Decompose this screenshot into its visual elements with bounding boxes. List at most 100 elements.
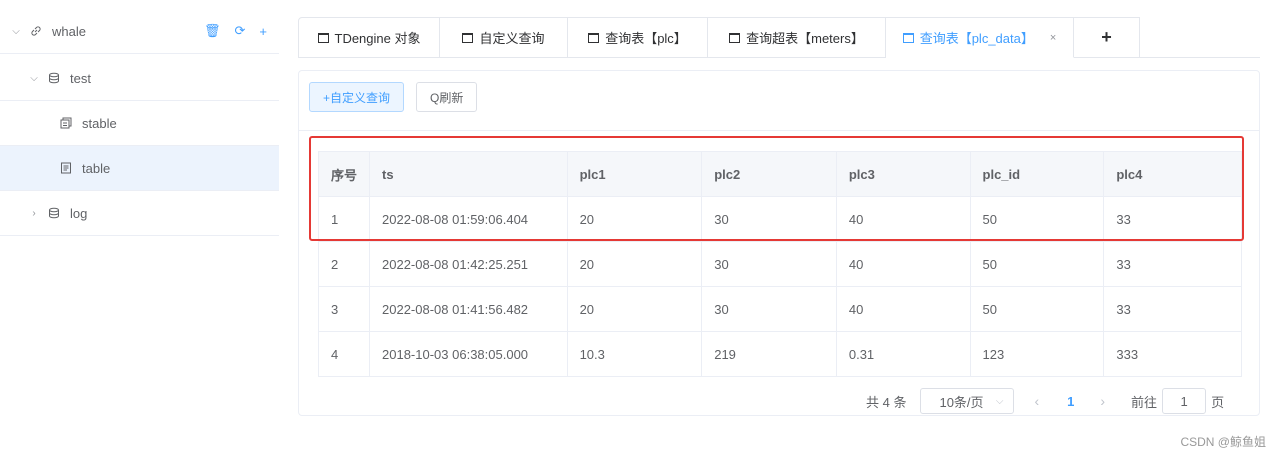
watermark: CSDN @鲸鱼姐 <box>1180 435 1266 449</box>
column-header: plc4 <box>1103 151 1242 197</box>
tree-node-label: stable <box>82 115 117 131</box>
table-cell: 50 <box>970 241 1105 287</box>
tree-node-label: test <box>70 70 91 86</box>
plus-icon: + <box>1101 27 1112 47</box>
chevron-down-icon[interactable]: ⌵ <box>10 26 22 37</box>
page-number[interactable]: 1 <box>1067 394 1074 409</box>
calendar-icon <box>729 32 741 43</box>
table-cell: 10.3 <box>567 331 703 377</box>
calendar-icon <box>462 32 474 43</box>
table-cell: 20 <box>567 196 703 242</box>
tab-query-plc-data[interactable]: 查询表【plc_data】 × <box>886 17 1074 58</box>
tree-node-label: whale <box>52 23 86 39</box>
tree-node-table[interactable]: table <box>0 146 279 191</box>
table-cell: 30 <box>701 286 837 332</box>
pagination: 共 4 条 10条/页 ⌵ ‹ 1 › 前往 1 页 <box>866 387 1224 415</box>
table-cell: 1 <box>317 196 371 242</box>
sidebar-tree: ⌵ whale 🗑 ⟳ + ⌵ test stable table › log <box>0 0 279 457</box>
table-cell: 30 <box>701 241 837 287</box>
table-cell: 2022-08-08 01:59:06.404 <box>369 196 568 242</box>
toolbar-divider <box>299 130 1259 131</box>
table-cell: 50 <box>970 196 1105 242</box>
page-size-value: 10条/页 <box>939 394 984 410</box>
table-cell: 2022-08-08 01:42:25.251 <box>369 241 568 287</box>
page-size-select[interactable]: 10条/页 ⌵ <box>920 388 1015 414</box>
toolbar: +自定义查询 Q刷新 <box>309 82 478 112</box>
goto-label: 前往 <box>1131 394 1158 410</box>
tree-node-label: table <box>82 160 111 176</box>
delete-icon[interactable]: 🗑 <box>204 23 221 39</box>
tree-node-stable[interactable]: stable <box>0 101 279 146</box>
table-cell: 3 <box>317 286 371 332</box>
stable-icon <box>60 117 72 129</box>
table-cell: 30 <box>701 196 837 242</box>
query-panel: +自定义查询 Q刷新 序号 ts plc1 plc2 plc3 plc_id p… <box>298 70 1260 416</box>
tab-label: 查询表【plc_data】 <box>919 31 1034 46</box>
table-cell: 33 <box>1103 286 1242 332</box>
chevron-down-icon[interactable]: ⌵ <box>28 73 40 84</box>
data-table: 序号 ts plc1 plc2 plc3 plc_id plc4 1 2022-… <box>317 151 1242 377</box>
database-icon <box>48 207 60 219</box>
next-page-button[interactable]: › <box>1100 393 1105 409</box>
refresh-button[interactable]: Q刷新 <box>416 82 478 112</box>
goto-page-input[interactable]: 1 <box>1162 388 1207 414</box>
tree-node-test[interactable]: ⌵ test <box>0 56 279 101</box>
tab-bar-divider <box>1140 57 1260 58</box>
tab-label: TDengine 对象 <box>334 31 421 46</box>
table-row[interactable]: 2 2022-08-08 01:42:25.251 20 30 40 50 33 <box>317 241 1242 287</box>
tree-node-label: log <box>70 205 88 221</box>
tab-query-meters[interactable]: 查询超表【meters】 <box>708 17 886 58</box>
tree-node-log[interactable]: › log <box>0 191 279 236</box>
table-cell: 20 <box>567 286 703 332</box>
tab-bar: TDengine 对象 自定义查询 查询表【plc】 查询超表【meters】 … <box>298 17 1140 58</box>
total-count: 共 4 条 <box>866 394 907 410</box>
prev-page-button[interactable]: ‹ <box>1034 393 1039 409</box>
table-cell: 40 <box>836 196 971 242</box>
table-header-row: 序号 ts plc1 plc2 plc3 plc_id plc4 <box>317 151 1242 197</box>
link-icon <box>30 25 42 37</box>
table-icon <box>60 162 72 174</box>
tab-label: 查询超表【meters】 <box>746 31 864 46</box>
refresh-icon[interactable]: ⟳ <box>235 23 246 39</box>
tab-query-plc[interactable]: 查询表【plc】 <box>568 17 708 58</box>
add-icon[interactable]: + <box>259 24 267 39</box>
column-header: plc_id <box>970 151 1105 197</box>
page-suffix: 页 <box>1211 394 1225 410</box>
tab-tdengine-objects[interactable]: TDengine 对象 <box>298 17 440 58</box>
tab-custom-query[interactable]: 自定义查询 <box>440 17 568 58</box>
table-row[interactable]: 1 2022-08-08 01:59:06.404 20 30 40 50 33 <box>317 196 1242 242</box>
tab-label: 自定义查询 <box>479 31 545 46</box>
table-row[interactable]: 3 2022-08-08 01:41:56.482 20 30 40 50 33 <box>317 286 1242 332</box>
table-cell: 40 <box>836 241 971 287</box>
column-header: plc3 <box>836 151 971 197</box>
table-row[interactable]: 4 2018-10-03 06:38:05.000 10.3 219 0.31 … <box>317 331 1242 377</box>
calendar-icon <box>317 32 329 43</box>
custom-query-button[interactable]: +自定义查询 <box>309 82 405 112</box>
table-cell: 219 <box>701 331 837 377</box>
tree-node-whale[interactable]: ⌵ whale 🗑 ⟳ + <box>0 9 279 54</box>
table-cell: 123 <box>970 331 1105 377</box>
add-tab-button[interactable]: + <box>1074 17 1140 58</box>
column-header: 序号 <box>317 151 371 197</box>
column-header: plc1 <box>567 151 703 197</box>
table-cell: 2022-08-08 01:41:56.482 <box>369 286 568 332</box>
database-icon <box>48 72 60 84</box>
chevron-right-icon[interactable]: › <box>28 208 40 219</box>
table-cell: 2 <box>317 241 371 287</box>
close-icon[interactable]: × <box>1050 32 1056 44</box>
table-cell: 2018-10-03 06:38:05.000 <box>369 331 568 377</box>
calendar-icon <box>588 32 600 43</box>
table-cell: 4 <box>317 331 371 377</box>
root-actions: 🗑 ⟳ + <box>204 9 267 53</box>
column-header: ts <box>369 151 568 197</box>
column-header: plc2 <box>701 151 837 197</box>
chevron-down-icon: ⌵ <box>995 395 1004 407</box>
table-cell: 0.31 <box>836 331 971 377</box>
table-cell: 33 <box>1103 196 1242 242</box>
tab-label: 查询表【plc】 <box>605 31 687 46</box>
calendar-icon <box>902 32 914 43</box>
table-cell: 333 <box>1103 331 1242 377</box>
table-cell: 40 <box>836 286 971 332</box>
table-cell: 33 <box>1103 241 1242 287</box>
table-cell: 20 <box>567 241 703 287</box>
